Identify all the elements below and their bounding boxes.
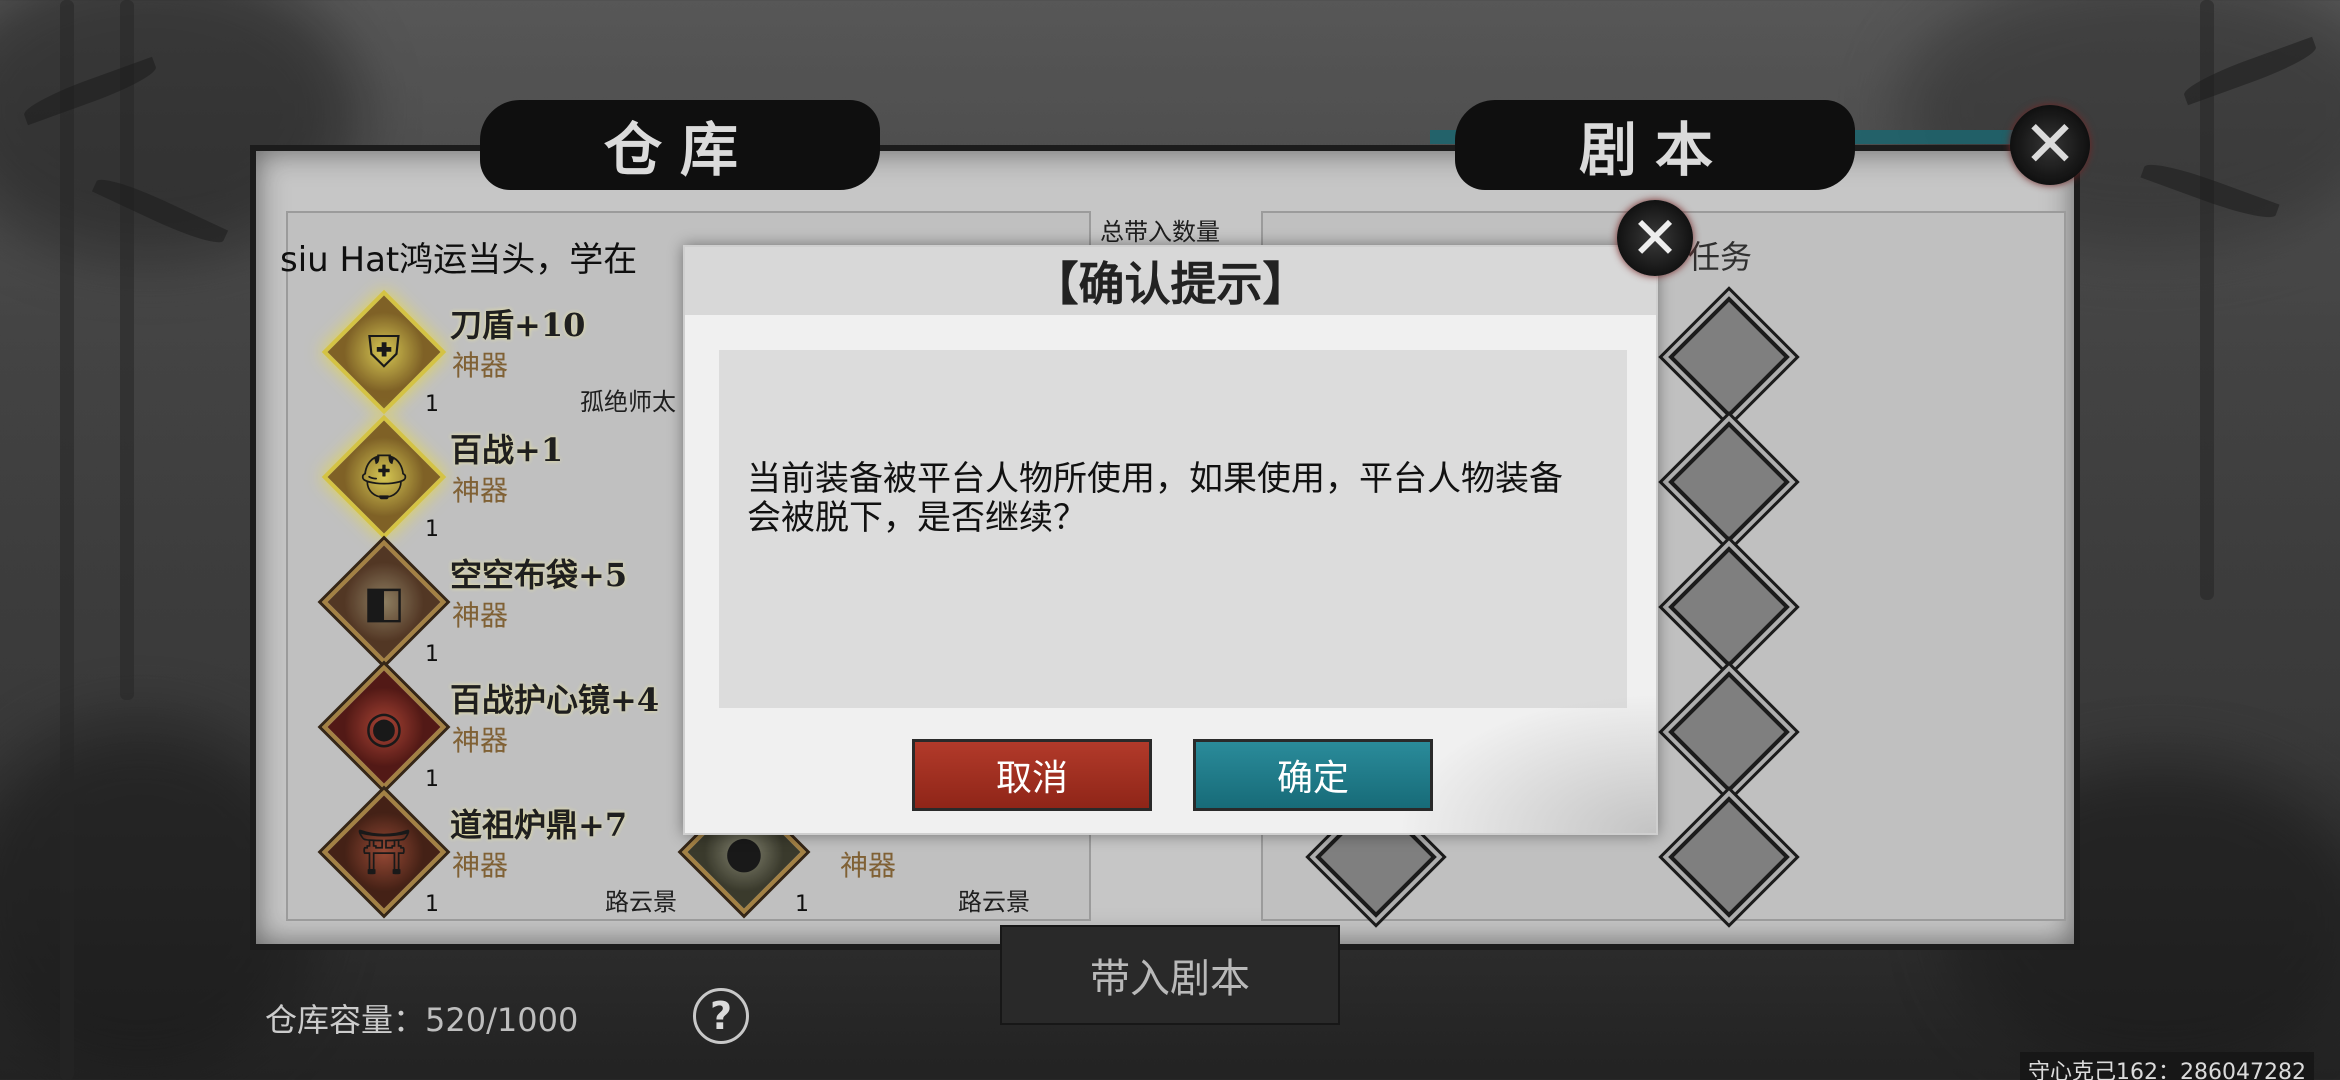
dialog-body: 当前装备被平台人物所使用，如果使用，平台人物装备会被脱下，是否继续？ [719,350,1627,708]
ink-decoration [1396,693,1656,833]
dialog-title: 【确认提示】 [1032,257,1309,311]
close-dialog-button[interactable]: ✕ [1617,200,1693,276]
cancel-button[interactable]: 取消 [912,739,1152,811]
dialog-header: 【确认提示】 [685,247,1656,315]
confirm-dialog: 【确认提示】 当前装备被平台人物所使用，如果使用，平台人物装备会被脱下，是否继续… [683,245,1658,835]
close-icon: ✕ [1630,204,1680,272]
dialog-message: 当前装备被平台人物所使用，如果使用，平台人物装备会被脱下，是否继续？ [747,459,1563,539]
confirm-button[interactable]: 确定 [1193,739,1433,811]
